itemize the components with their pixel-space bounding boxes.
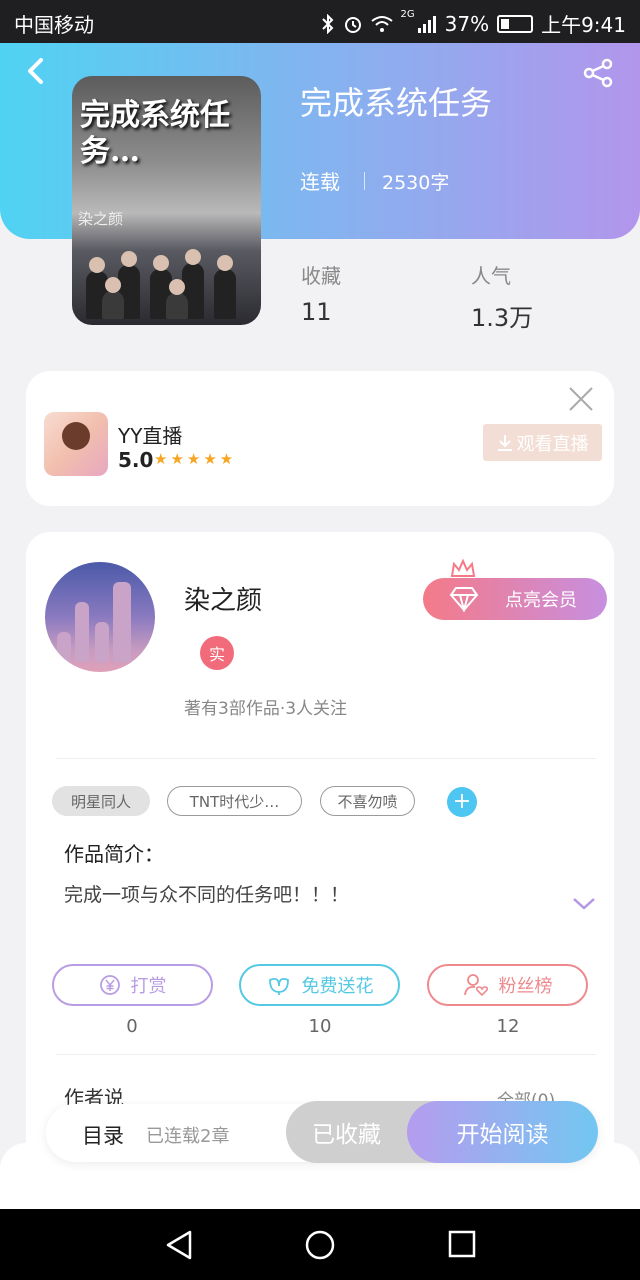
- add-tag-icon[interactable]: +: [447, 787, 477, 817]
- send-flower-button[interactable]: 免费送花: [239, 964, 400, 1006]
- yuan-coin-icon: [99, 975, 120, 995]
- nav-back-icon[interactable]: [164, 1229, 194, 1261]
- tag-item[interactable]: 不喜勿喷: [320, 786, 415, 816]
- clock: 上午9:41: [541, 13, 626, 37]
- nav-home-icon[interactable]: [304, 1229, 336, 1261]
- send-flower-label: 免费送花: [301, 976, 374, 997]
- user-heart-icon: [463, 974, 488, 997]
- ad-rating: 5.0: [118, 448, 154, 472]
- status-bar: 中国移动 2G 37% 上午9:41: [0, 0, 640, 43]
- flower-icon: [268, 977, 289, 995]
- vip-button-label: 点亮会员: [505, 590, 577, 611]
- tag-item[interactable]: 明星同人: [52, 786, 150, 816]
- author-meta: 著有3部作品·3人关注: [184, 699, 348, 719]
- serial-status: 连载: [300, 170, 340, 194]
- chapter-count: 已连载2章: [146, 1126, 230, 1147]
- divider: [56, 758, 596, 759]
- fan-ranking-label: 粉丝榜: [498, 976, 553, 997]
- network-type: 2G: [400, 9, 415, 20]
- start-reading-button[interactable]: 开始阅读: [407, 1101, 598, 1163]
- cover-title: 完成系统任务…: [80, 98, 230, 169]
- carrier-name: 中国移动: [14, 13, 94, 37]
- intro-label: 作品简介：: [64, 842, 164, 866]
- fan-ranking-button[interactable]: 粉丝榜: [427, 964, 588, 1006]
- system-nav-bar: [0, 1209, 640, 1280]
- word-count: 2530字: [382, 172, 450, 194]
- favorites-count: 11: [301, 298, 332, 326]
- flower-count: 10: [308, 1016, 332, 1037]
- popularity-label: 人气: [471, 264, 511, 288]
- tag-item[interactable]: TNT时代少…: [167, 786, 302, 816]
- fan-count: 12: [496, 1016, 520, 1037]
- divider: [364, 172, 365, 190]
- author-name[interactable]: 染之颜: [184, 580, 262, 617]
- back-arrow-icon[interactable]: [24, 58, 50, 84]
- tip-label: 打赏: [130, 976, 167, 997]
- status-icons: 2G 37% 上午9:41: [321, 9, 626, 38]
- signal-icon: [417, 15, 436, 33]
- close-icon[interactable]: [568, 386, 594, 412]
- nav-recent-icon[interactable]: [448, 1230, 476, 1258]
- tip-button[interactable]: 打赏: [52, 964, 213, 1006]
- share-icon[interactable]: [582, 58, 614, 88]
- crown-icon: [450, 558, 476, 577]
- favorites-label: 收藏: [301, 264, 341, 288]
- cover-author: 染之颜: [78, 210, 124, 228]
- bluetooth-icon: [321, 13, 333, 34]
- alarm-icon: [344, 16, 361, 33]
- book-cover[interactable]: 完成系统任务… 染之颜: [72, 76, 261, 325]
- tip-count: 0: [126, 1016, 138, 1037]
- diamond-icon: [449, 587, 479, 612]
- book-title: 完成系统任务: [300, 84, 493, 122]
- verified-badge: 实: [200, 636, 234, 670]
- ad-app-name: YY直播: [118, 424, 183, 448]
- popularity-count: 1.3万: [471, 304, 534, 332]
- download-icon: [497, 434, 512, 451]
- collected-label: 已收藏: [312, 1122, 381, 1148]
- wifi-icon: [370, 15, 393, 32]
- watch-live-button[interactable]: 观看直播: [483, 424, 602, 461]
- toc-button[interactable]: 目录: [82, 1120, 124, 1150]
- watch-live-label: 观看直播: [516, 433, 589, 455]
- divider: [56, 1054, 596, 1055]
- avatar[interactable]: [45, 562, 155, 672]
- battery-percent: 37%: [444, 11, 490, 36]
- start-reading-label: 开始阅读: [456, 1122, 549, 1148]
- rating-stars: ★★★★★: [154, 450, 237, 468]
- intro-text: 完成一项与众不同的任务吧！！！: [64, 884, 350, 906]
- chevron-down-icon[interactable]: [572, 896, 596, 912]
- cover-illustration: [78, 249, 254, 319]
- battery-icon: [497, 14, 534, 33]
- app-icon[interactable]: [44, 412, 108, 476]
